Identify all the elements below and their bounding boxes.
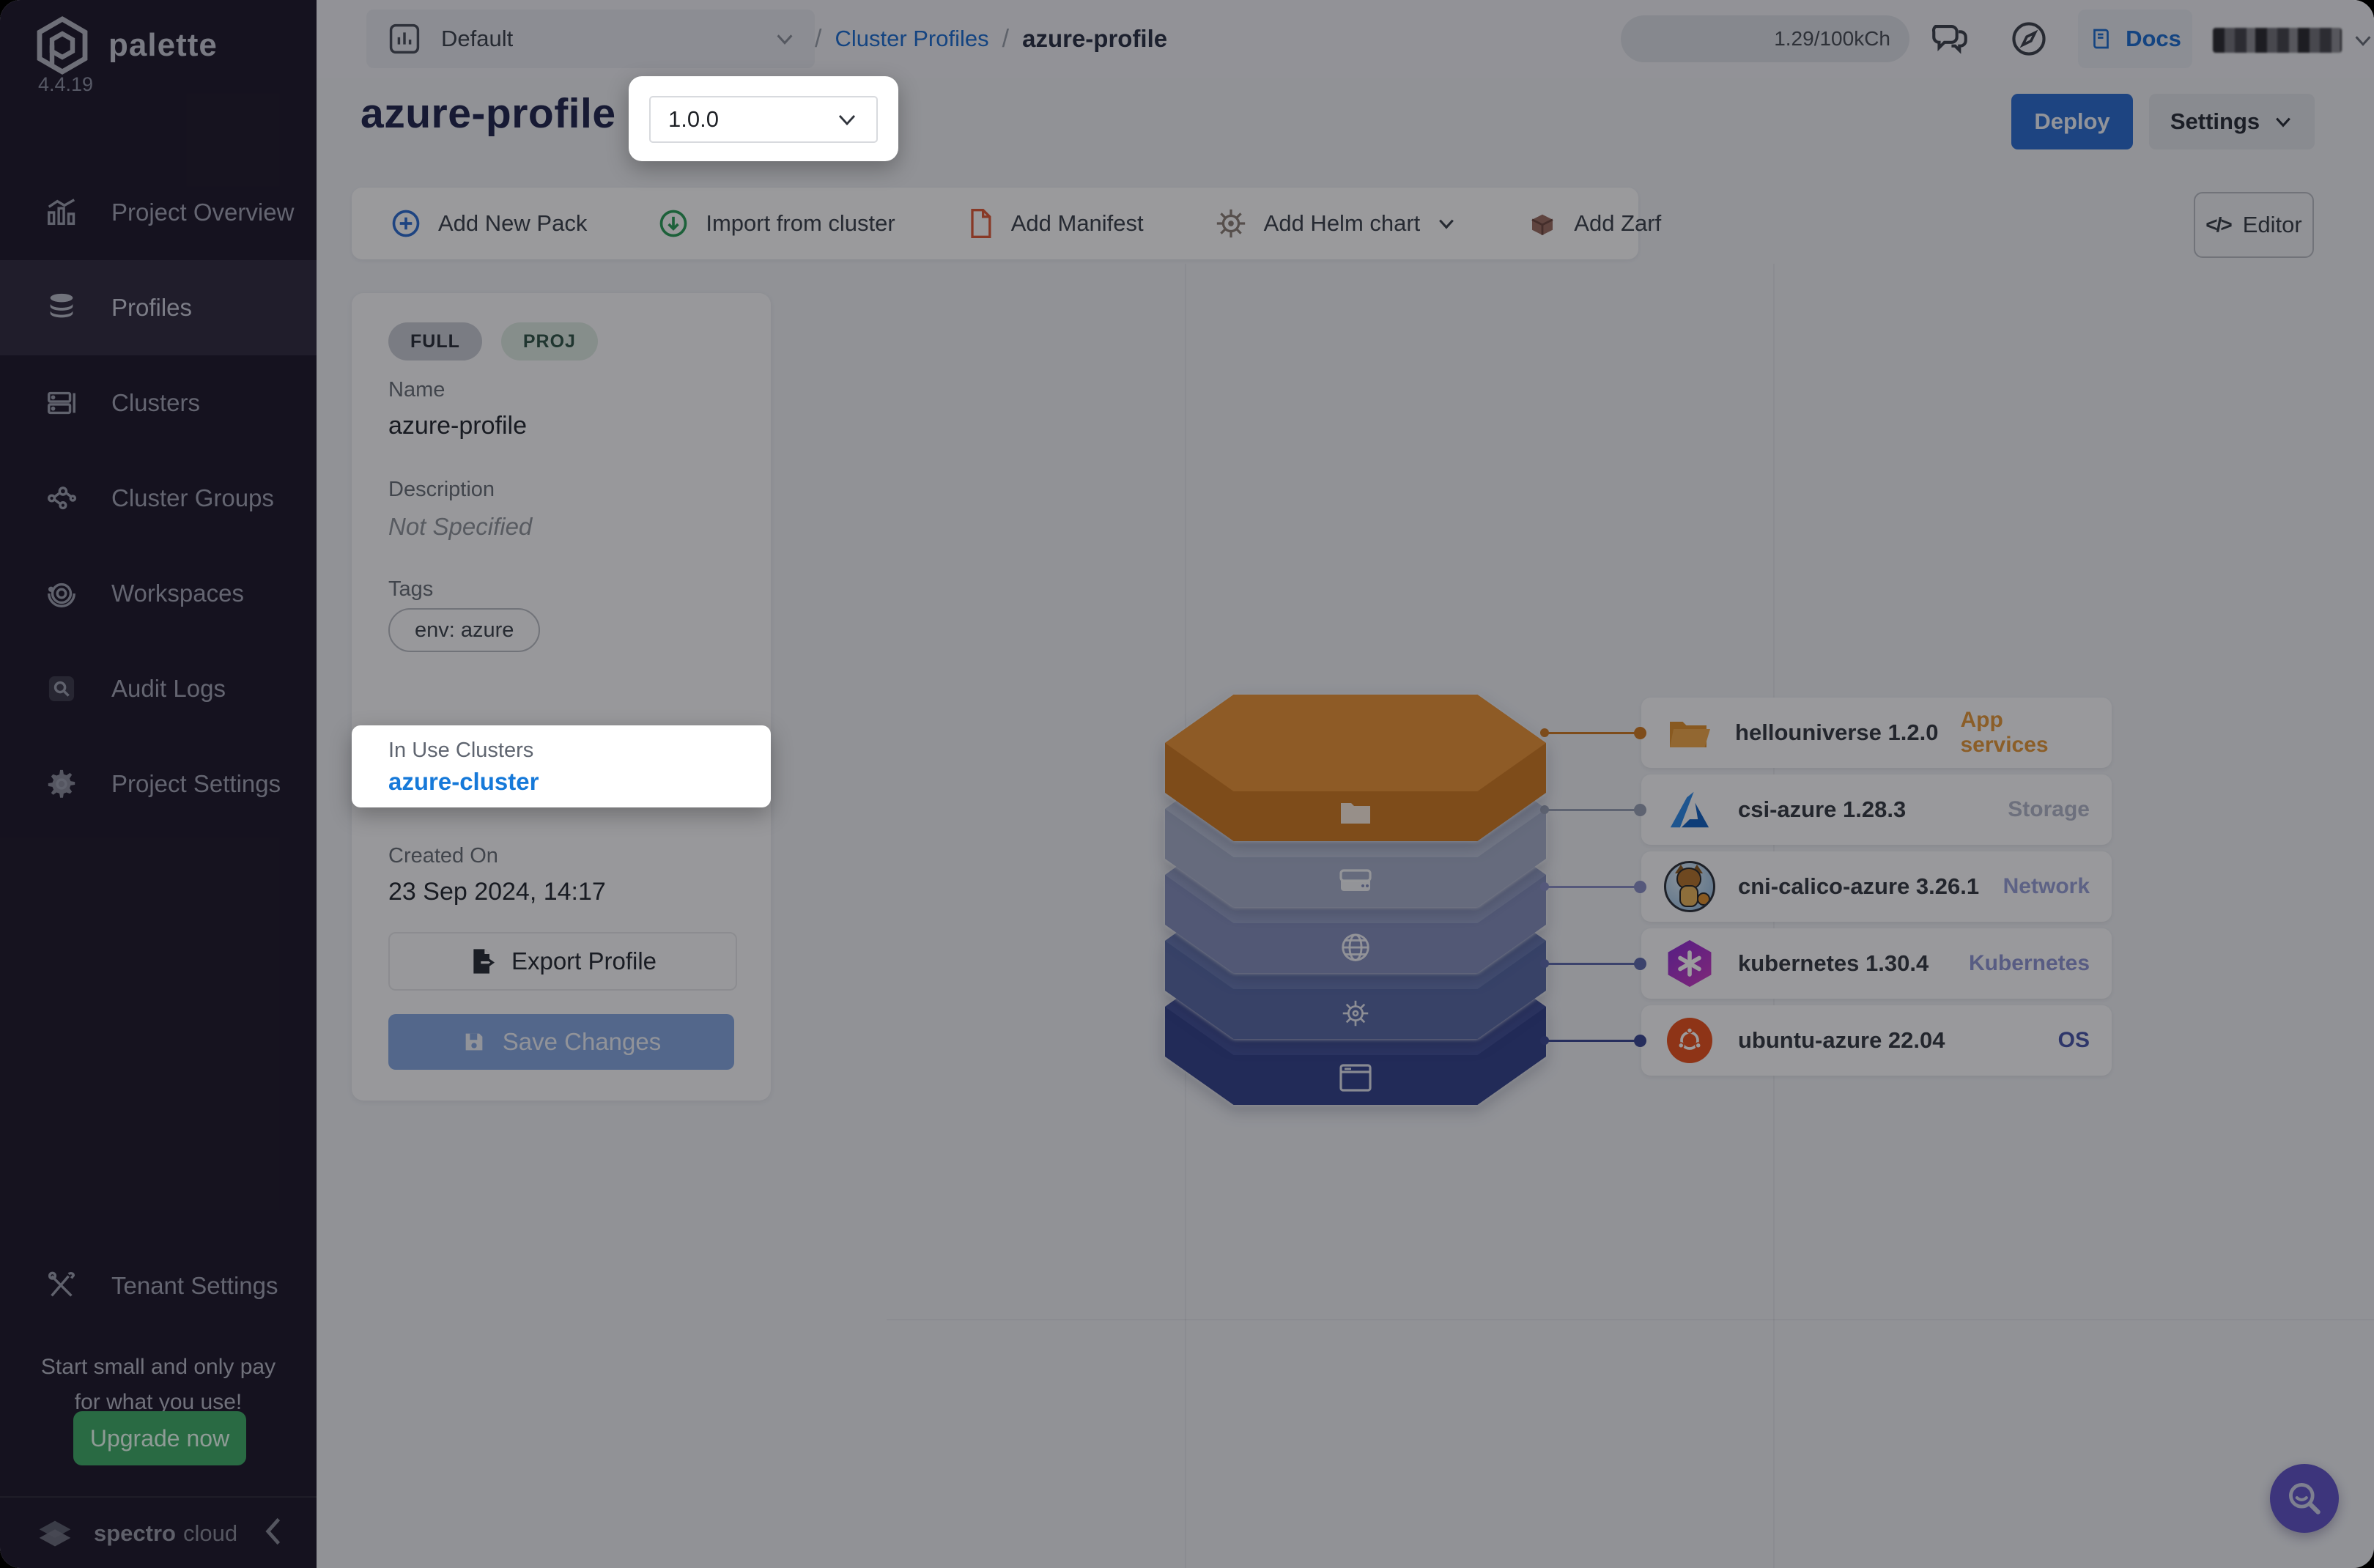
in-use-clusters-spotlight: In Use Clusters azure-cluster: [352, 725, 771, 807]
version-dropdown[interactable]: 1.0.0: [649, 96, 878, 143]
version-spotlight: 1.0.0: [629, 76, 898, 161]
version-dropdown-value: 1.0.0: [668, 106, 835, 133]
in-use-cluster-link[interactable]: azure-cluster: [388, 768, 539, 796]
palette-app-window: palette 4.4.19 Project Overview: [0, 0, 2374, 1568]
chevron-down-icon: [835, 108, 859, 131]
in-use-clusters-label: In Use Clusters: [388, 739, 533, 763]
